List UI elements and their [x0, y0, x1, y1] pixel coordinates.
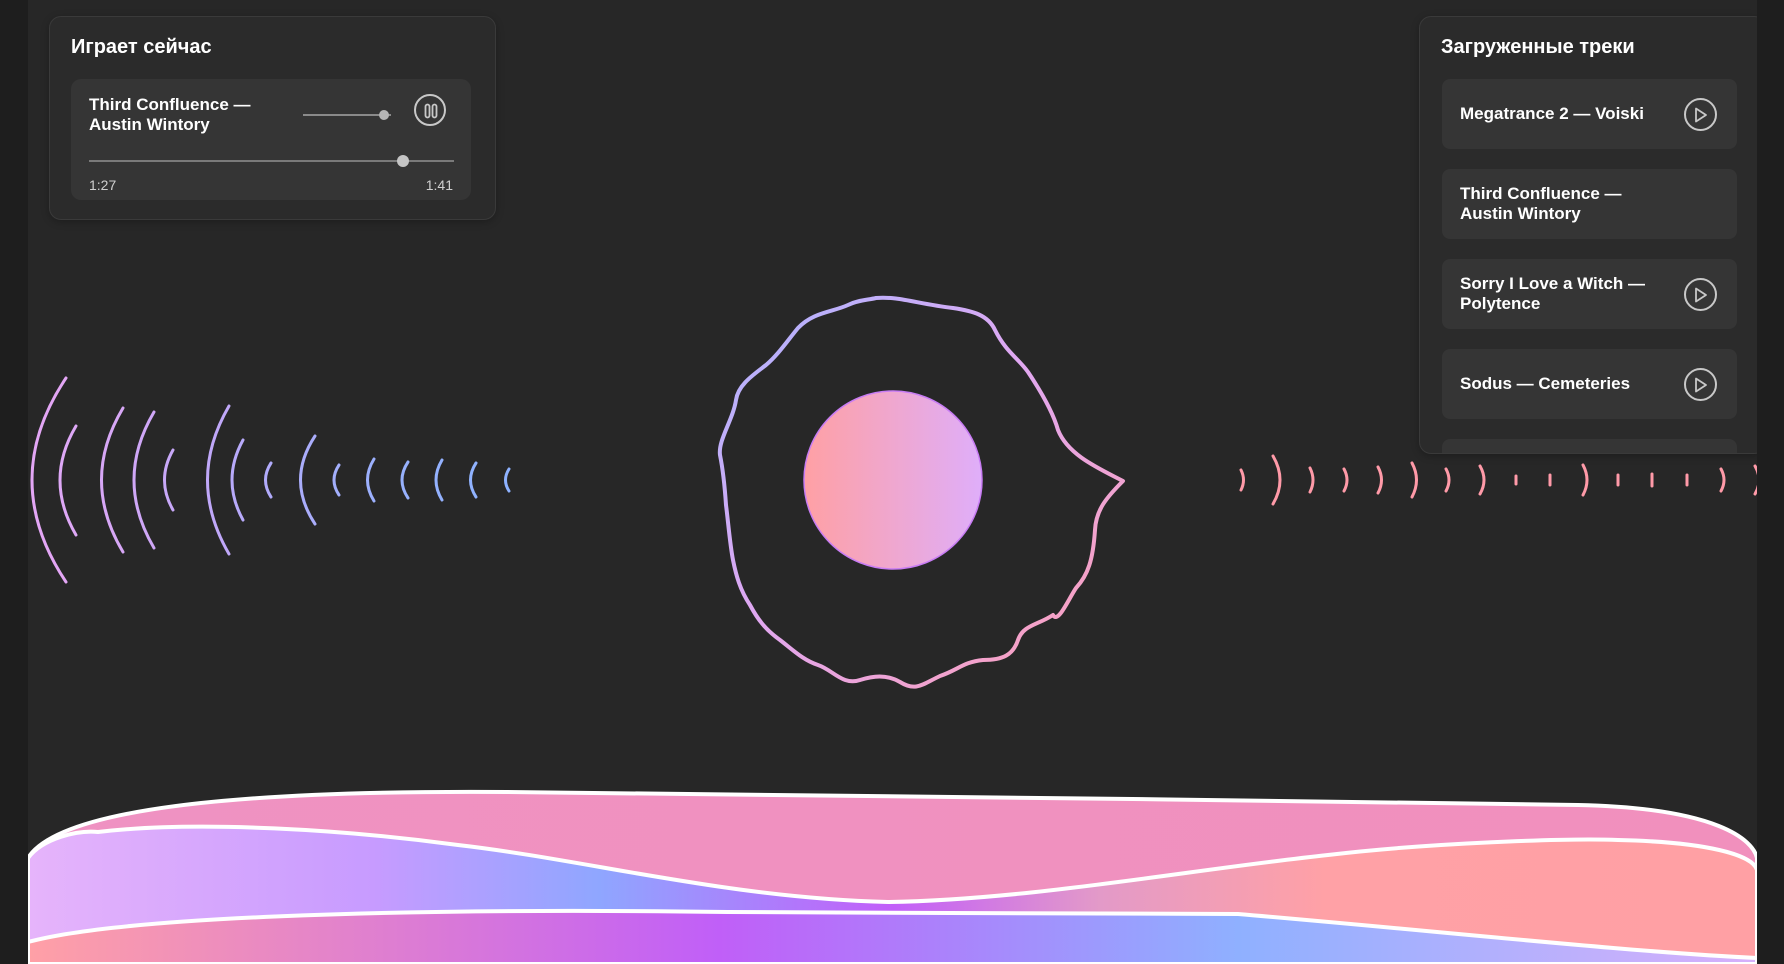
play-button[interactable] — [1684, 98, 1717, 131]
track-name: Sorry I Love a Witch — Polytence — [1460, 274, 1645, 313]
loaded-tracks-title: Загруженные треки — [1441, 36, 1635, 58]
volume-slider[interactable] — [303, 109, 393, 121]
visualizer-core — [803, 390, 983, 570]
track-item[interactable]: Sodus — Cemeteries — [1442, 349, 1737, 419]
progress-bar[interactable] — [89, 154, 454, 168]
track-item[interactable] — [1442, 439, 1737, 453]
volume-knob[interactable] — [378, 110, 389, 120]
current-time: 1:27 — [89, 177, 117, 193]
play-button[interactable] — [1684, 278, 1717, 311]
track-name: Third Confluence — Austin Wintory — [1460, 184, 1622, 223]
track-name: Sodus — Cemeteries — [1460, 374, 1631, 393]
track-duration: 1:41 — [425, 177, 453, 193]
pause-button[interactable] — [414, 94, 446, 126]
progress-knob[interactable] — [396, 155, 409, 167]
track-item[interactable]: Megatrance 2 — Voiski — [1442, 79, 1737, 149]
track-name: Megatrance 2 — Voiski — [1460, 104, 1644, 123]
play-icon — [1695, 287, 1707, 303]
now-playing-track: Third Confluence — Austin Wintory — [89, 95, 251, 134]
track-item-current[interactable]: Third Confluence — Austin Wintory — [1442, 169, 1737, 239]
now-playing-panel: Играет сейчас Third Confluence — Austin … — [49, 16, 496, 220]
pause-icon — [424, 103, 438, 119]
now-playing-card: Third Confluence — Austin Wintory 1:27 1… — [71, 79, 471, 200]
now-playing-title: Играет сейчас — [71, 36, 212, 58]
track-list: Megatrance 2 — Voiski Third Confluence —… — [1442, 79, 1737, 453]
play-icon — [1695, 107, 1707, 123]
right-arc-bars — [1239, 454, 1757, 506]
loaded-tracks-panel: Загруженные треки Megatrance 2 — Voiski … — [1419, 16, 1757, 454]
left-arc-bars — [30, 376, 511, 584]
visualizer-stage: Играет сейчас Third Confluence — Austin … — [28, 0, 1757, 964]
play-icon — [1695, 377, 1707, 393]
volume-rail — [303, 114, 391, 116]
bottom-waves — [28, 789, 1757, 964]
track-item[interactable]: Sorry I Love a Witch — Polytence — [1442, 259, 1737, 329]
play-button[interactable] — [1684, 368, 1717, 401]
